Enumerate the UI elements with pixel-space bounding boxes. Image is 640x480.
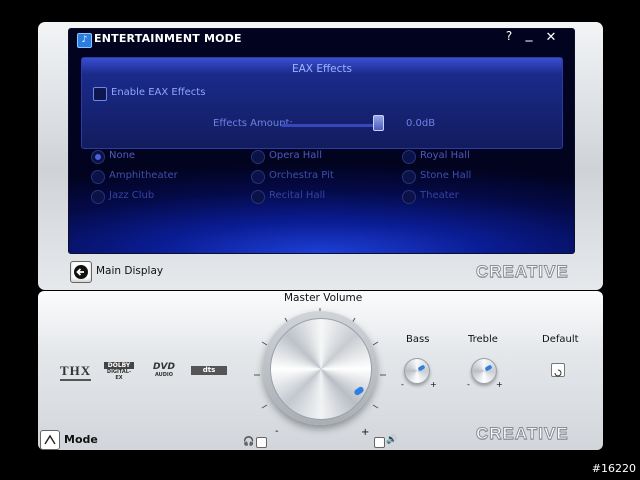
preset-label: Royal Hall xyxy=(420,150,470,161)
default-button[interactable] xyxy=(551,363,565,377)
speaker-icon: 🔊 xyxy=(386,435,398,445)
preset-radio[interactable] xyxy=(251,150,265,164)
preset-label: Jazz Club xyxy=(109,190,155,201)
dolby-logo: DOLBY DIGITAL-EX xyxy=(104,362,134,381)
mode-label: Mode xyxy=(64,433,98,446)
window-title: ENTERTAINMENT MODE xyxy=(94,32,242,45)
preset-radio[interactable] xyxy=(251,190,265,204)
close-button[interactable]: ✕ xyxy=(543,30,559,45)
creative-logo: CREATIVE xyxy=(476,262,569,282)
volume-max-label: + xyxy=(361,427,370,438)
volume-min-label: - xyxy=(275,426,279,437)
treble-label: Treble xyxy=(468,334,498,345)
thx-logo: THX xyxy=(60,363,92,381)
effects-amount-slider-thumb[interactable] xyxy=(373,115,384,131)
preset-radio[interactable] xyxy=(91,190,105,204)
speaker-toggle[interactable] xyxy=(374,437,385,448)
preset-label: Opera Hall xyxy=(269,150,322,161)
preset-label: Orchestra Pit xyxy=(269,170,334,181)
eax-screen: ♪ ENTERTAINMENT MODE ? _ ✕ EAX Effects E… xyxy=(68,28,575,254)
default-label: Default xyxy=(542,334,579,345)
mode-button[interactable] xyxy=(40,430,60,450)
enable-eax-checkbox[interactable] xyxy=(93,87,107,101)
effects-amount-slider[interactable] xyxy=(281,124,376,127)
effects-amount-value: 0.0dB xyxy=(406,118,436,129)
dolby-logo-top: DOLBY xyxy=(104,362,134,369)
treble-max-label: + xyxy=(496,380,503,389)
app-icon: ♪ xyxy=(77,33,92,48)
master-volume-knob[interactable] xyxy=(270,318,372,420)
preset-label: None xyxy=(109,150,136,161)
minimize-button[interactable]: _ xyxy=(521,29,537,42)
panel-title: EAX Effects xyxy=(291,63,353,75)
preset-radio[interactable] xyxy=(402,170,416,184)
headphone-toggle[interactable] xyxy=(256,437,267,448)
dolby-logo-bottom: DIGITAL-EX xyxy=(106,369,132,381)
title-bar: ♪ ENTERTAINMENT MODE ? _ ✕ xyxy=(69,29,574,51)
preset-radio[interactable] xyxy=(91,170,105,184)
arrow-left-icon xyxy=(74,265,88,279)
preset-radio[interactable] xyxy=(402,150,416,164)
preset-radio[interactable] xyxy=(251,170,265,184)
treble-min-label: - xyxy=(467,380,470,389)
preset-label: Stone Hall xyxy=(420,170,472,181)
dvd-logo-bottom: AUDIO xyxy=(154,372,174,378)
creative-logo-bottom: CREATIVE xyxy=(476,424,569,444)
eax-effects-panel: EAX Effects Enable EAX Effects Effects A… xyxy=(81,57,563,149)
headphone-icon: 🎧 xyxy=(243,437,255,447)
dts-logo: dts xyxy=(191,366,227,375)
main-display-label: Main Display xyxy=(96,265,164,277)
mode-icon xyxy=(44,434,56,445)
watermark-label: #16220 xyxy=(591,462,636,475)
preset-label: Theater xyxy=(420,190,459,201)
main-display-button[interactable] xyxy=(70,261,92,283)
bass-label: Bass xyxy=(406,334,430,345)
preset-label: Amphitheater xyxy=(109,170,178,181)
dvd-logo-top: DVD xyxy=(153,362,175,372)
treble-knob[interactable] xyxy=(471,358,497,384)
preset-label: Recital Hall xyxy=(269,190,326,201)
bass-knob[interactable] xyxy=(404,358,430,384)
enable-eax-label: Enable EAX Effects xyxy=(111,87,206,98)
help-button[interactable]: ? xyxy=(501,29,517,43)
bass-max-label: + xyxy=(430,380,437,389)
bass-min-label: - xyxy=(401,380,404,389)
reset-icon xyxy=(554,369,562,377)
preset-radio[interactable] xyxy=(91,150,105,164)
preset-radio[interactable] xyxy=(402,190,416,204)
dvd-audio-logo: DVD AUDIO xyxy=(150,362,178,378)
